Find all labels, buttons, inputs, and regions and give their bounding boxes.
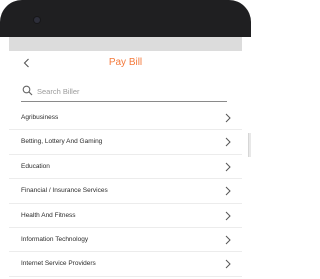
list-item-betting-lottery-gaming[interactable]: Betting, Lottery And Gaming [9,130,242,155]
chevron-right-icon [225,186,231,196]
search-bar[interactable] [21,84,227,102]
list-item-education[interactable]: Education [9,155,242,180]
pay-bill-screen: Pay Bill Agribusiness Betting, Lottery A… [9,51,242,279]
page-title: Pay Bill [108,57,143,68]
list-item-label: Education [21,162,50,170]
list-item-label: Health And Fitness [21,211,76,219]
status-bar [9,37,242,51]
search-icon [22,85,33,96]
biller-category-list: Agribusiness Betting, Lottery And Gaming… [9,106,242,277]
list-item-label: Internet Service Providers [21,260,96,268]
list-item-label: Financial / Insurance Services [21,187,108,195]
chevron-right-icon [225,138,231,147]
search-input[interactable] [37,84,225,98]
list-item-information-technology[interactable]: Information Technology [9,228,242,253]
list-item-label: Information Technology [21,235,89,243]
chevron-right-icon [225,235,231,245]
chevron-right-icon [225,259,231,269]
phone-side-button [248,133,251,157]
list-item-agribusiness[interactable]: Agribusiness [9,106,242,131]
phone-frame: Pay Bill Agribusiness Betting, Lottery A… [0,0,251,279]
list-item-label: Betting, Lottery And Gaming [21,138,103,146]
chevron-right-icon [225,162,231,172]
chevron-right-icon [225,113,231,123]
chevron-right-icon [225,211,231,220]
list-item-label: Agribusiness [21,114,59,121]
front-camera [34,17,40,23]
list-item-internet-service-providers[interactable]: Internet Service Providers [9,252,242,277]
list-item-financial-insurance[interactable]: Financial / Insurance Services [9,179,242,204]
phone-top-bezel [0,0,251,37]
list-item-health-fitness[interactable]: Health And Fitness [9,204,242,228]
app-header: Pay Bill [9,51,242,77]
